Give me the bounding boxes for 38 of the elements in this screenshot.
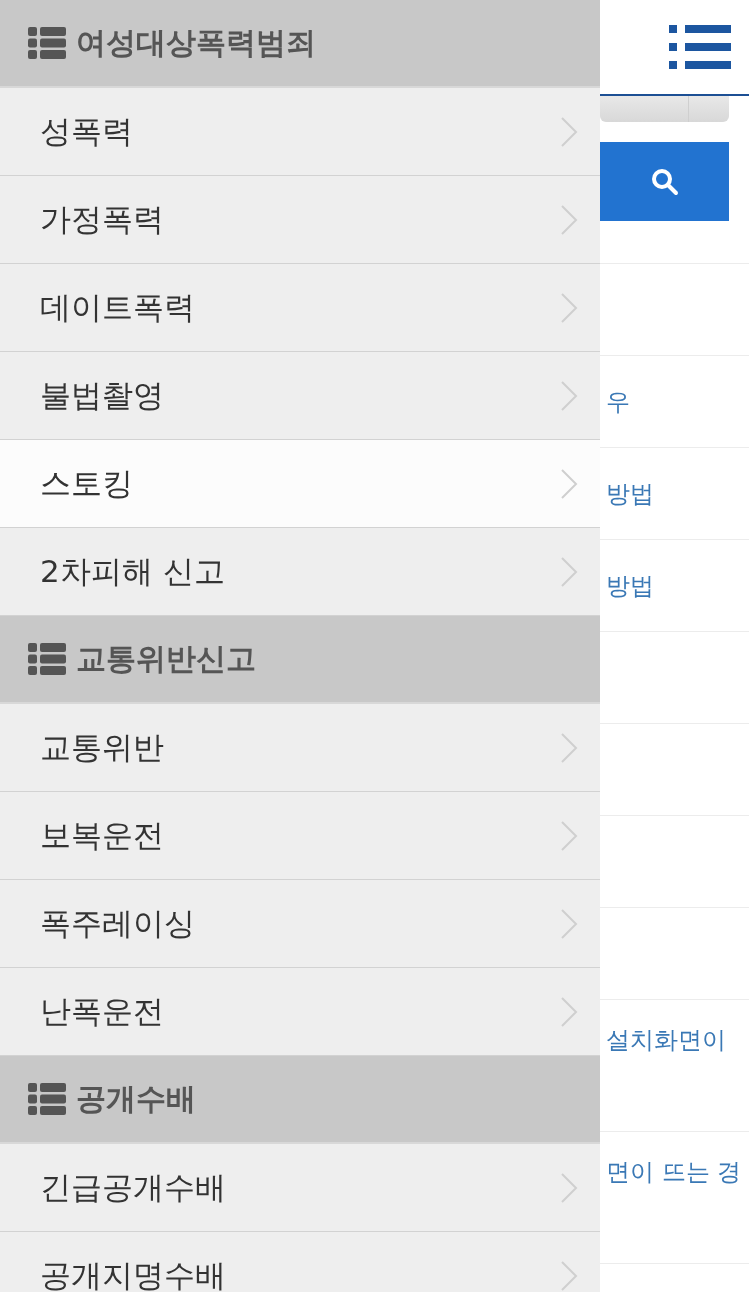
- menu-item[interactable]: 공개지명수배: [0, 1232, 600, 1292]
- chevron-right-icon: [560, 907, 578, 940]
- menu-item[interactable]: 데이트폭력: [0, 264, 600, 352]
- list-icon: [28, 1083, 66, 1115]
- menu-icon[interactable]: [669, 23, 731, 71]
- section-title: 공개수배: [76, 1079, 196, 1118]
- chevron-right-icon: [560, 291, 578, 324]
- chevron-right-icon: [560, 1171, 578, 1204]
- dropdown-field[interactable]: [600, 96, 729, 122]
- chevron-right-icon: [560, 555, 578, 588]
- menu-item[interactable]: 가정폭력: [0, 176, 600, 264]
- chevron-right-icon: [560, 379, 578, 412]
- list-link[interactable]: 면이 뜨는 경: [600, 1156, 742, 1188]
- chevron-right-icon: [560, 115, 578, 148]
- list-link[interactable]: 설치화면이: [600, 1024, 726, 1056]
- menu-item[interactable]: 난폭운전: [0, 968, 600, 1056]
- menu-item[interactable]: 불법촬영: [0, 352, 600, 440]
- chevron-right-icon: [560, 819, 578, 852]
- menu-item[interactable]: 성폭력: [0, 88, 600, 176]
- list-icon: [28, 643, 66, 675]
- chevron-right-icon: [560, 995, 578, 1028]
- list-link[interactable]: 우: [600, 385, 630, 418]
- chevron-right-icon: [560, 1259, 578, 1292]
- menu-item[interactable]: 긴급공개수배: [0, 1144, 600, 1232]
- section-title: 여성대상폭력범죄: [76, 23, 316, 62]
- menu-item[interactable]: 폭주레이싱: [0, 880, 600, 968]
- list-link[interactable]: 방법: [600, 477, 654, 510]
- menu-item[interactable]: 2차피해 신고: [0, 528, 600, 616]
- chevron-right-icon: [560, 467, 578, 500]
- chevron-right-icon: [560, 203, 578, 236]
- search-button[interactable]: [600, 142, 729, 221]
- menu-item[interactable]: 보복운전: [0, 792, 600, 880]
- list-link[interactable]: 방법: [600, 569, 654, 602]
- chevron-right-icon: [560, 731, 578, 764]
- section-title: 교통위반신고: [76, 639, 256, 678]
- menu-item[interactable]: 교통위반: [0, 704, 600, 792]
- list-icon: [28, 27, 66, 59]
- search-icon: [650, 167, 679, 196]
